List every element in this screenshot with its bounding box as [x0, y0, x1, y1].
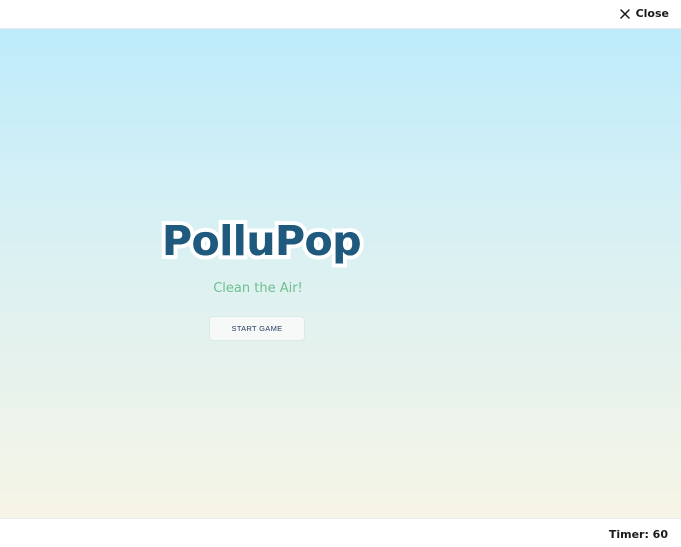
top-bar: Close	[0, 0, 681, 29]
close-label: Close	[635, 7, 669, 20]
start-game-button[interactable]: START GAME	[210, 317, 304, 340]
game-stage[interactable]: PolluPop PolluPop Clean the Air! START G…	[0, 29, 681, 518]
game-window: Close PolluPop PolluPop Clean the Air! S…	[0, 0, 681, 547]
bottom-bar: Timer: 60	[0, 518, 681, 547]
timer-display: Timer: 60	[608, 528, 668, 541]
game-tagline: Clean the Air!	[213, 281, 303, 296]
close-icon	[619, 8, 630, 19]
close-button[interactable]: Close	[619, 7, 669, 20]
game-title: PolluPop	[162, 217, 362, 265]
